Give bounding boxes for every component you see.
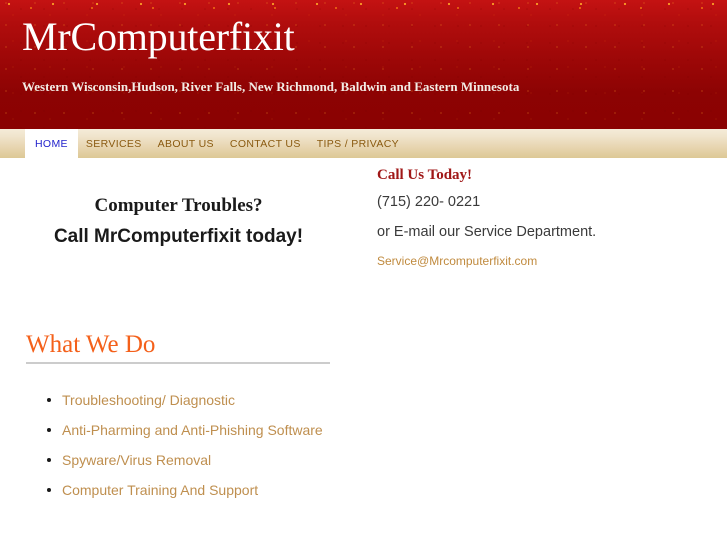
headline-line-1: Computer Troubles?	[94, 195, 263, 216]
nav-item-tips-privacy-label: TIPS / PRIVACY	[316, 137, 400, 150]
nav-item-about-us[interactable]: ABOUT US	[150, 129, 222, 158]
page-content: Computer Troubles? Call MrComputerfixit …	[0, 158, 727, 545]
what-we-do-divider	[26, 362, 330, 364]
nav-item-contact-us-label: CONTACT US	[229, 137, 301, 150]
site-title: MrComputerfixit	[22, 14, 295, 59]
contact-block: Call Us Today! (715) 220- 0221 or E-mail…	[377, 166, 707, 270]
nav-list: HOME SERVICES ABOUT US CONTACT US TIPS /…	[0, 129, 407, 158]
site-tagline: Western Wisconsin,Hudson, River Falls, N…	[22, 79, 520, 94]
headline-block: Computer Troubles? Call MrComputerfixit …	[26, 194, 331, 249]
nav-item-about-us-label: ABOUT US	[157, 137, 214, 150]
contact-email-link[interactable]: Service@Mrcomputerfixit.com	[377, 253, 537, 269]
list-item[interactable]: Troubleshooting/ Diagnostic	[47, 390, 327, 411]
headline-line-2: Call MrComputerfixit today!	[53, 226, 304, 247]
contact-phone-number: (715) 220- 0221	[377, 194, 481, 210]
services-list: Troubleshooting/ Diagnostic Anti-Pharmin…	[40, 390, 327, 510]
nav-item-home-label: HOME	[35, 137, 68, 150]
main-navigation: HOME SERVICES ABOUT US CONTACT US TIPS /…	[0, 128, 727, 158]
banner-top-sparkle-overlay	[0, 0, 727, 12]
nav-item-tips-privacy[interactable]: TIPS / PRIVACY	[309, 129, 407, 158]
nav-item-contact-us[interactable]: CONTACT US	[222, 129, 309, 158]
list-item[interactable]: Computer Training And Support	[47, 480, 327, 501]
list-item[interactable]: Anti-Pharming and Anti-Phishing Software	[47, 420, 327, 441]
contact-call-us-today-heading: Call Us Today!	[377, 167, 473, 183]
nav-item-services[interactable]: SERVICES	[78, 129, 150, 158]
nav-item-services-label: SERVICES	[85, 137, 142, 150]
site-banner: MrComputerfixit Western Wisconsin,Hudson…	[0, 0, 727, 128]
what-we-do-heading: What We Do	[26, 331, 156, 358]
contact-email-note: or E-mail our Service Department.	[377, 224, 597, 240]
nav-item-home[interactable]: HOME	[25, 129, 78, 158]
list-item[interactable]: Spyware/Virus Removal	[47, 450, 327, 471]
